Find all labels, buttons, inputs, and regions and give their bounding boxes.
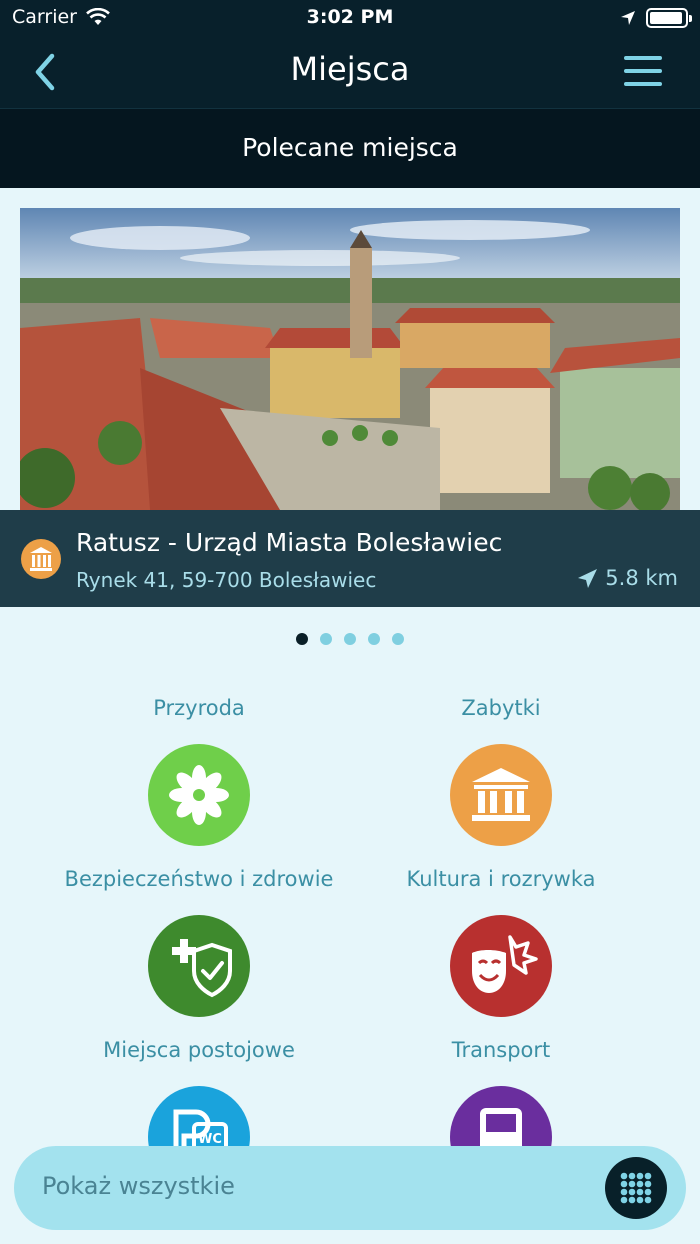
hamburger-menu-icon: [624, 56, 662, 86]
status-bar: Carrier 3:02 PM: [0, 0, 700, 36]
distance-value: 5.8 km: [605, 566, 678, 590]
menu-button[interactable]: [622, 52, 666, 92]
section-header: Polecane miejsca: [0, 108, 700, 188]
navigation-arrow-icon: [578, 569, 598, 588]
page-dot-2[interactable]: [320, 633, 332, 645]
grid-dots-icon[interactable]: [605, 1157, 667, 1219]
show-all-button[interactable]: Pokaż wszystkie: [14, 1146, 686, 1230]
featured-place-image[interactable]: [20, 208, 680, 510]
place-address: Rynek 41, 59-700 Bolesławiec: [76, 568, 377, 592]
category-label-bezpieczenstwo: Bezpieczeństwo i zdrowie: [64, 867, 334, 891]
location-arrow-icon: [620, 9, 636, 31]
battery-icon: [646, 8, 692, 28]
featured-place-info[interactable]: Ratusz - Urząd Miasta Bolesławiec Rynek …: [0, 510, 700, 607]
svg-text:WC: WC: [198, 1132, 222, 1147]
page-dot-3[interactable]: [344, 633, 356, 645]
page-dot-1[interactable]: [296, 633, 308, 645]
page-title: Miejsca: [290, 50, 410, 88]
carousel-pagination: [0, 630, 700, 646]
category-label-kultura: Kultura i rozrywka: [406, 867, 596, 891]
page-dot-4[interactable]: [368, 633, 380, 645]
category-label-zabytki: Zabytki: [461, 696, 541, 720]
place-distance: 5.8 km: [575, 566, 678, 591]
top-bar: Carrier 3:02 PM Miejsca: [0, 0, 700, 108]
page-dot-5[interactable]: [392, 633, 404, 645]
category-button-zabytki[interactable]: [450, 744, 552, 846]
category-button-bezpieczenstwo[interactable]: [148, 915, 250, 1017]
category-label-przyroda: Przyroda: [153, 696, 245, 720]
flower-icon: [169, 765, 229, 825]
clock: 3:02 PM: [306, 6, 394, 28]
place-name: Ratusz - Urząd Miasta Bolesławiec: [76, 528, 503, 557]
category-button-przyroda[interactable]: [148, 744, 250, 846]
museum-icon: [20, 538, 62, 584]
theater-masks-icon: [472, 935, 538, 993]
medical-shield-icon: [172, 939, 232, 998]
category-label-transport: Transport: [451, 1038, 551, 1062]
museum-icon: [472, 768, 530, 821]
show-all-label: Pokaż wszystkie: [42, 1172, 235, 1200]
category-button-kultura[interactable]: [450, 915, 552, 1017]
navigation-bar: Miejsca: [0, 36, 700, 108]
category-label-miejsca-postojowe: Miejsca postojowe: [103, 1038, 295, 1062]
